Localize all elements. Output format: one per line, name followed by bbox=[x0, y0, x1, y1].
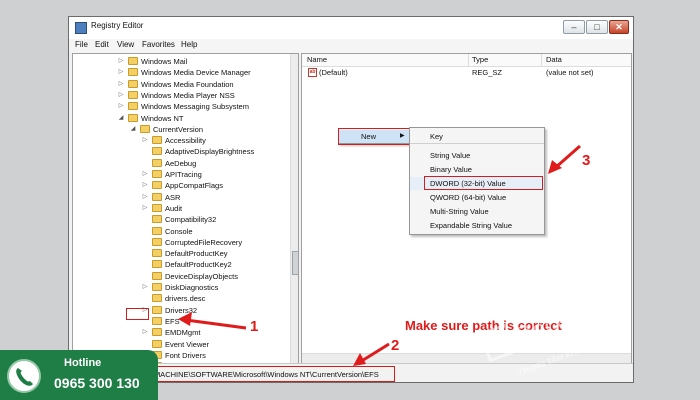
recovery-logo-icon: Recovery Data Recovery Viet Nam TRUNG TÂ… bbox=[478, 290, 630, 377]
step-3-label: 3 bbox=[582, 152, 591, 169]
step-1-label: 1 bbox=[250, 318, 259, 335]
hotline-title: Hotline bbox=[64, 357, 102, 369]
recovery-watermark: Recovery Data Recovery Viet Nam TRUNG TÂ… bbox=[462, 274, 662, 384]
step-2-label: 2 bbox=[391, 337, 400, 354]
phone-icon bbox=[16, 368, 33, 386]
arrow-2-shaft bbox=[359, 342, 390, 364]
arrow-1-shaft bbox=[185, 318, 247, 330]
hotline-banner[interactable]: Hotline 0965 300 130 bbox=[0, 350, 158, 400]
hotline-number[interactable]: 0965 300 130 bbox=[54, 375, 140, 391]
arrow-3-shaft bbox=[554, 144, 581, 170]
arrow-1-head bbox=[178, 312, 192, 326]
phone-icon-circle bbox=[7, 359, 41, 393]
